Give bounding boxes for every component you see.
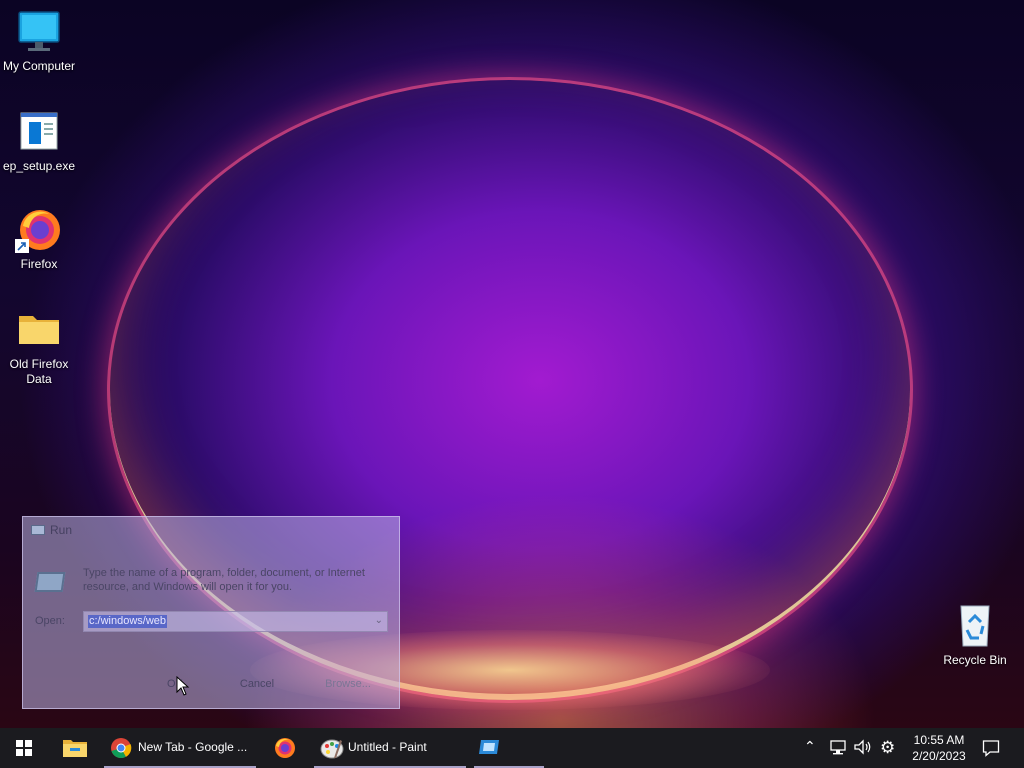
network-icon[interactable]	[829, 738, 847, 756]
taskbar-clock[interactable]: 10:55 AM 2/20/2023	[906, 732, 972, 764]
folder-icon	[15, 306, 63, 354]
taskbar-paint[interactable]: Untitled - Paint	[314, 728, 466, 768]
installer-icon	[15, 108, 63, 156]
desktop-icon-old-firefox-data[interactable]: Old Firefox Data	[0, 306, 78, 387]
desktop-icon-recycle-bin[interactable]: Recycle Bin	[936, 602, 1014, 668]
notification-center-icon[interactable]	[982, 739, 1000, 757]
chevron-down-icon[interactable]: ⌄	[375, 615, 383, 626]
run-dialog-description: Type the name of a program, folder, docu…	[83, 567, 365, 593]
run-dialog-title: Run	[50, 523, 73, 537]
taskbar-remote-desktop[interactable]	[474, 728, 544, 768]
monitor-icon	[15, 8, 63, 56]
taskbar: New Tab - Google ... Untitled - Paint ⌃	[0, 728, 1024, 768]
open-input[interactable]: c:/windows/web	[88, 615, 168, 628]
desktop-icon-label: Old Firefox Data	[9, 357, 69, 386]
desktop-icon-label: Firefox	[20, 257, 58, 271]
desktop-icon-my-computer[interactable]: My Computer	[0, 8, 78, 74]
cancel-button[interactable]: Cancel	[218, 673, 296, 695]
desktop-icon-label: My Computer	[2, 59, 76, 73]
volume-icon[interactable]	[853, 738, 873, 756]
desktop-icon-label: Recycle Bin	[943, 653, 1007, 667]
file-explorer-icon	[63, 740, 87, 757]
run-dialog[interactable]: Run Type the name of a program, folder, …	[22, 516, 400, 709]
recycle-bin-icon	[951, 602, 999, 650]
taskbar-chrome-label: New Tab - Google ...	[138, 740, 248, 754]
desktop: My Computer ep_setup.exe Firefox Old Fir…	[0, 0, 1024, 728]
run-dialog-titlebar[interactable]: Run	[23, 517, 399, 543]
settings-gear-icon[interactable]: ⚙	[880, 738, 895, 758]
desktop-icon-firefox[interactable]: Firefox	[0, 206, 78, 272]
open-label: Open:	[35, 615, 65, 627]
desktop-icon-ep-setup[interactable]: ep_setup.exe	[0, 108, 78, 174]
tray-chevron-up-icon[interactable]: ⌃	[804, 738, 816, 755]
run-icon	[31, 525, 45, 535]
firefox-icon	[275, 738, 295, 758]
remote-desktop-icon	[479, 740, 499, 754]
taskbar-paint-label: Untitled - Paint	[348, 740, 427, 754]
desktop-icon-label: ep_setup.exe	[2, 159, 76, 173]
open-combobox[interactable]: c:/windows/web ⌄	[83, 611, 388, 632]
firefox-icon	[15, 206, 63, 254]
clock-date: 2/20/2023	[912, 749, 966, 763]
clock-time: 10:55 AM	[913, 733, 965, 747]
paint-icon	[320, 739, 344, 759]
taskbar-firefox[interactable]	[264, 728, 306, 768]
taskbar-file-explorer[interactable]	[52, 728, 98, 768]
chrome-icon	[111, 738, 132, 759]
browse-button[interactable]: Browse...	[309, 673, 387, 695]
mouse-cursor-icon	[176, 676, 190, 696]
start-button[interactable]	[0, 728, 48, 768]
taskbar-chrome[interactable]: New Tab - Google ...	[104, 728, 256, 768]
run-program-icon	[34, 572, 66, 592]
windows-logo-icon	[16, 740, 32, 756]
ok-button[interactable]: OK	[136, 673, 214, 695]
